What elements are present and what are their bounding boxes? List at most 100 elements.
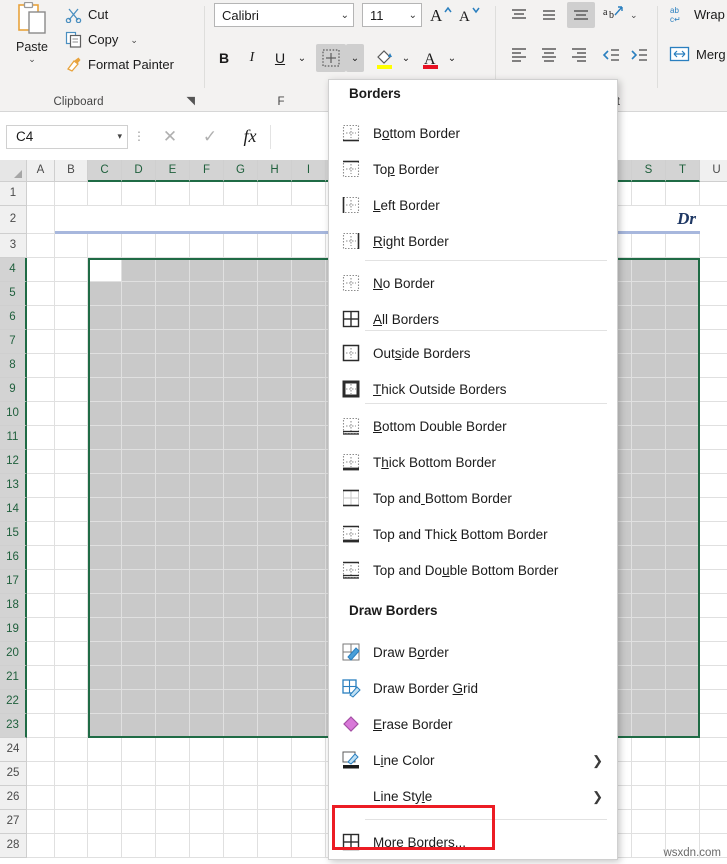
row-header-13[interactable]: 13 [0, 474, 27, 498]
cell-A4[interactable] [27, 258, 55, 282]
cell-U13[interactable] [700, 474, 727, 498]
cell-B19[interactable] [55, 618, 88, 642]
cell-U25[interactable] [700, 762, 727, 786]
cell-B7[interactable] [55, 330, 88, 354]
cell-T15[interactable] [666, 522, 700, 546]
cell-D3[interactable] [122, 234, 156, 258]
row-header-11[interactable]: 11 [0, 426, 27, 450]
cell-F19[interactable] [190, 618, 224, 642]
row-header-27[interactable]: 27 [0, 810, 27, 834]
cell-F15[interactable] [190, 522, 224, 546]
cell-D5[interactable] [122, 282, 156, 306]
cell-D21[interactable] [122, 666, 156, 690]
cell-S26[interactable] [632, 786, 666, 810]
align-center-button[interactable] [539, 46, 559, 64]
cell-E26[interactable] [156, 786, 190, 810]
cell-E27[interactable] [156, 810, 190, 834]
cell-U16[interactable] [700, 546, 727, 570]
cell-C27[interactable] [88, 810, 122, 834]
cell-U5[interactable] [700, 282, 727, 306]
cell-F21[interactable] [190, 666, 224, 690]
cell-A22[interactable] [27, 690, 55, 714]
cell-B18[interactable] [55, 594, 88, 618]
cell-F7[interactable] [190, 330, 224, 354]
cell-H13[interactable] [258, 474, 292, 498]
row-header-26[interactable]: 26 [0, 786, 27, 810]
cell-B12[interactable] [55, 450, 88, 474]
menu-item-right-border[interactable]: Right Border [329, 225, 617, 258]
cell-E17[interactable] [156, 570, 190, 594]
cell-F13[interactable] [190, 474, 224, 498]
cell-I1[interactable] [292, 182, 326, 206]
cell-U17[interactable] [700, 570, 727, 594]
cell-I23[interactable] [292, 714, 326, 738]
cell-G5[interactable] [224, 282, 258, 306]
cell-U22[interactable] [700, 690, 727, 714]
cell-F5[interactable] [190, 282, 224, 306]
cell-C13[interactable] [88, 474, 122, 498]
cell-G13[interactable] [224, 474, 258, 498]
menu-item-outside-borders[interactable]: Outside Borders [329, 337, 617, 370]
cell-D11[interactable] [122, 426, 156, 450]
cell-F1[interactable] [190, 182, 224, 206]
cell-D4[interactable] [122, 258, 156, 282]
cell-D25[interactable] [122, 762, 156, 786]
cell-C24[interactable] [88, 738, 122, 762]
cell-E25[interactable] [156, 762, 190, 786]
cell-E9[interactable] [156, 378, 190, 402]
column-header-A[interactable]: A [27, 160, 55, 182]
cell-C18[interactable] [88, 594, 122, 618]
cell-F25[interactable] [190, 762, 224, 786]
cell-A18[interactable] [27, 594, 55, 618]
cell-T22[interactable] [666, 690, 700, 714]
row-header-15[interactable]: 15 [0, 522, 27, 546]
cell-A24[interactable] [27, 738, 55, 762]
cell-S25[interactable] [632, 762, 666, 786]
cell-D7[interactable] [122, 330, 156, 354]
cell-C14[interactable] [88, 498, 122, 522]
cell-H7[interactable] [258, 330, 292, 354]
cell-A2[interactable] [27, 206, 55, 234]
row-header-23[interactable]: 23 [0, 714, 27, 738]
cell-G11[interactable] [224, 426, 258, 450]
cell-S28[interactable] [632, 834, 666, 858]
cell-E21[interactable] [156, 666, 190, 690]
cell-A21[interactable] [27, 666, 55, 690]
menu-item-left-border[interactable]: Left Border [329, 189, 617, 222]
cell-U21[interactable] [700, 666, 727, 690]
cell-I28[interactable] [292, 834, 326, 858]
cell-H4[interactable] [258, 258, 292, 282]
enter-icon[interactable]: ✓ [190, 127, 230, 147]
cell-T21[interactable] [666, 666, 700, 690]
cell-H1[interactable] [258, 182, 292, 206]
row-header-12[interactable]: 12 [0, 450, 27, 474]
cell-A12[interactable] [27, 450, 55, 474]
cell-C6[interactable] [88, 306, 122, 330]
cell-T11[interactable] [666, 426, 700, 450]
column-header-S[interactable]: S [632, 160, 666, 182]
menu-item-top-and-bottom-border[interactable]: Top and Bottom Border [329, 482, 617, 515]
cell-B9[interactable] [55, 378, 88, 402]
format-painter-button[interactable]: Format Painter [62, 52, 177, 76]
column-header-U[interactable]: U [700, 160, 727, 182]
cell-B16[interactable] [55, 546, 88, 570]
column-header-B[interactable]: B [55, 160, 88, 182]
cell-G6[interactable] [224, 306, 258, 330]
cell-F9[interactable] [190, 378, 224, 402]
cell-C21[interactable] [88, 666, 122, 690]
cell-T18[interactable] [666, 594, 700, 618]
menu-item-draw-border[interactable]: Draw Border [329, 636, 617, 669]
cell-D10[interactable] [122, 402, 156, 426]
cell-C3[interactable] [88, 234, 122, 258]
cell-C11[interactable] [88, 426, 122, 450]
cell-H25[interactable] [258, 762, 292, 786]
cell-T4[interactable] [666, 258, 700, 282]
orientation-button[interactable]: a b ⌄ [603, 4, 638, 24]
cell-F23[interactable] [190, 714, 224, 738]
cell-S5[interactable] [632, 282, 666, 306]
cell-I18[interactable] [292, 594, 326, 618]
cell-B20[interactable] [55, 642, 88, 666]
cell-H15[interactable] [258, 522, 292, 546]
cell-H14[interactable] [258, 498, 292, 522]
copy-button[interactable]: Copy ⌄ [62, 27, 141, 51]
